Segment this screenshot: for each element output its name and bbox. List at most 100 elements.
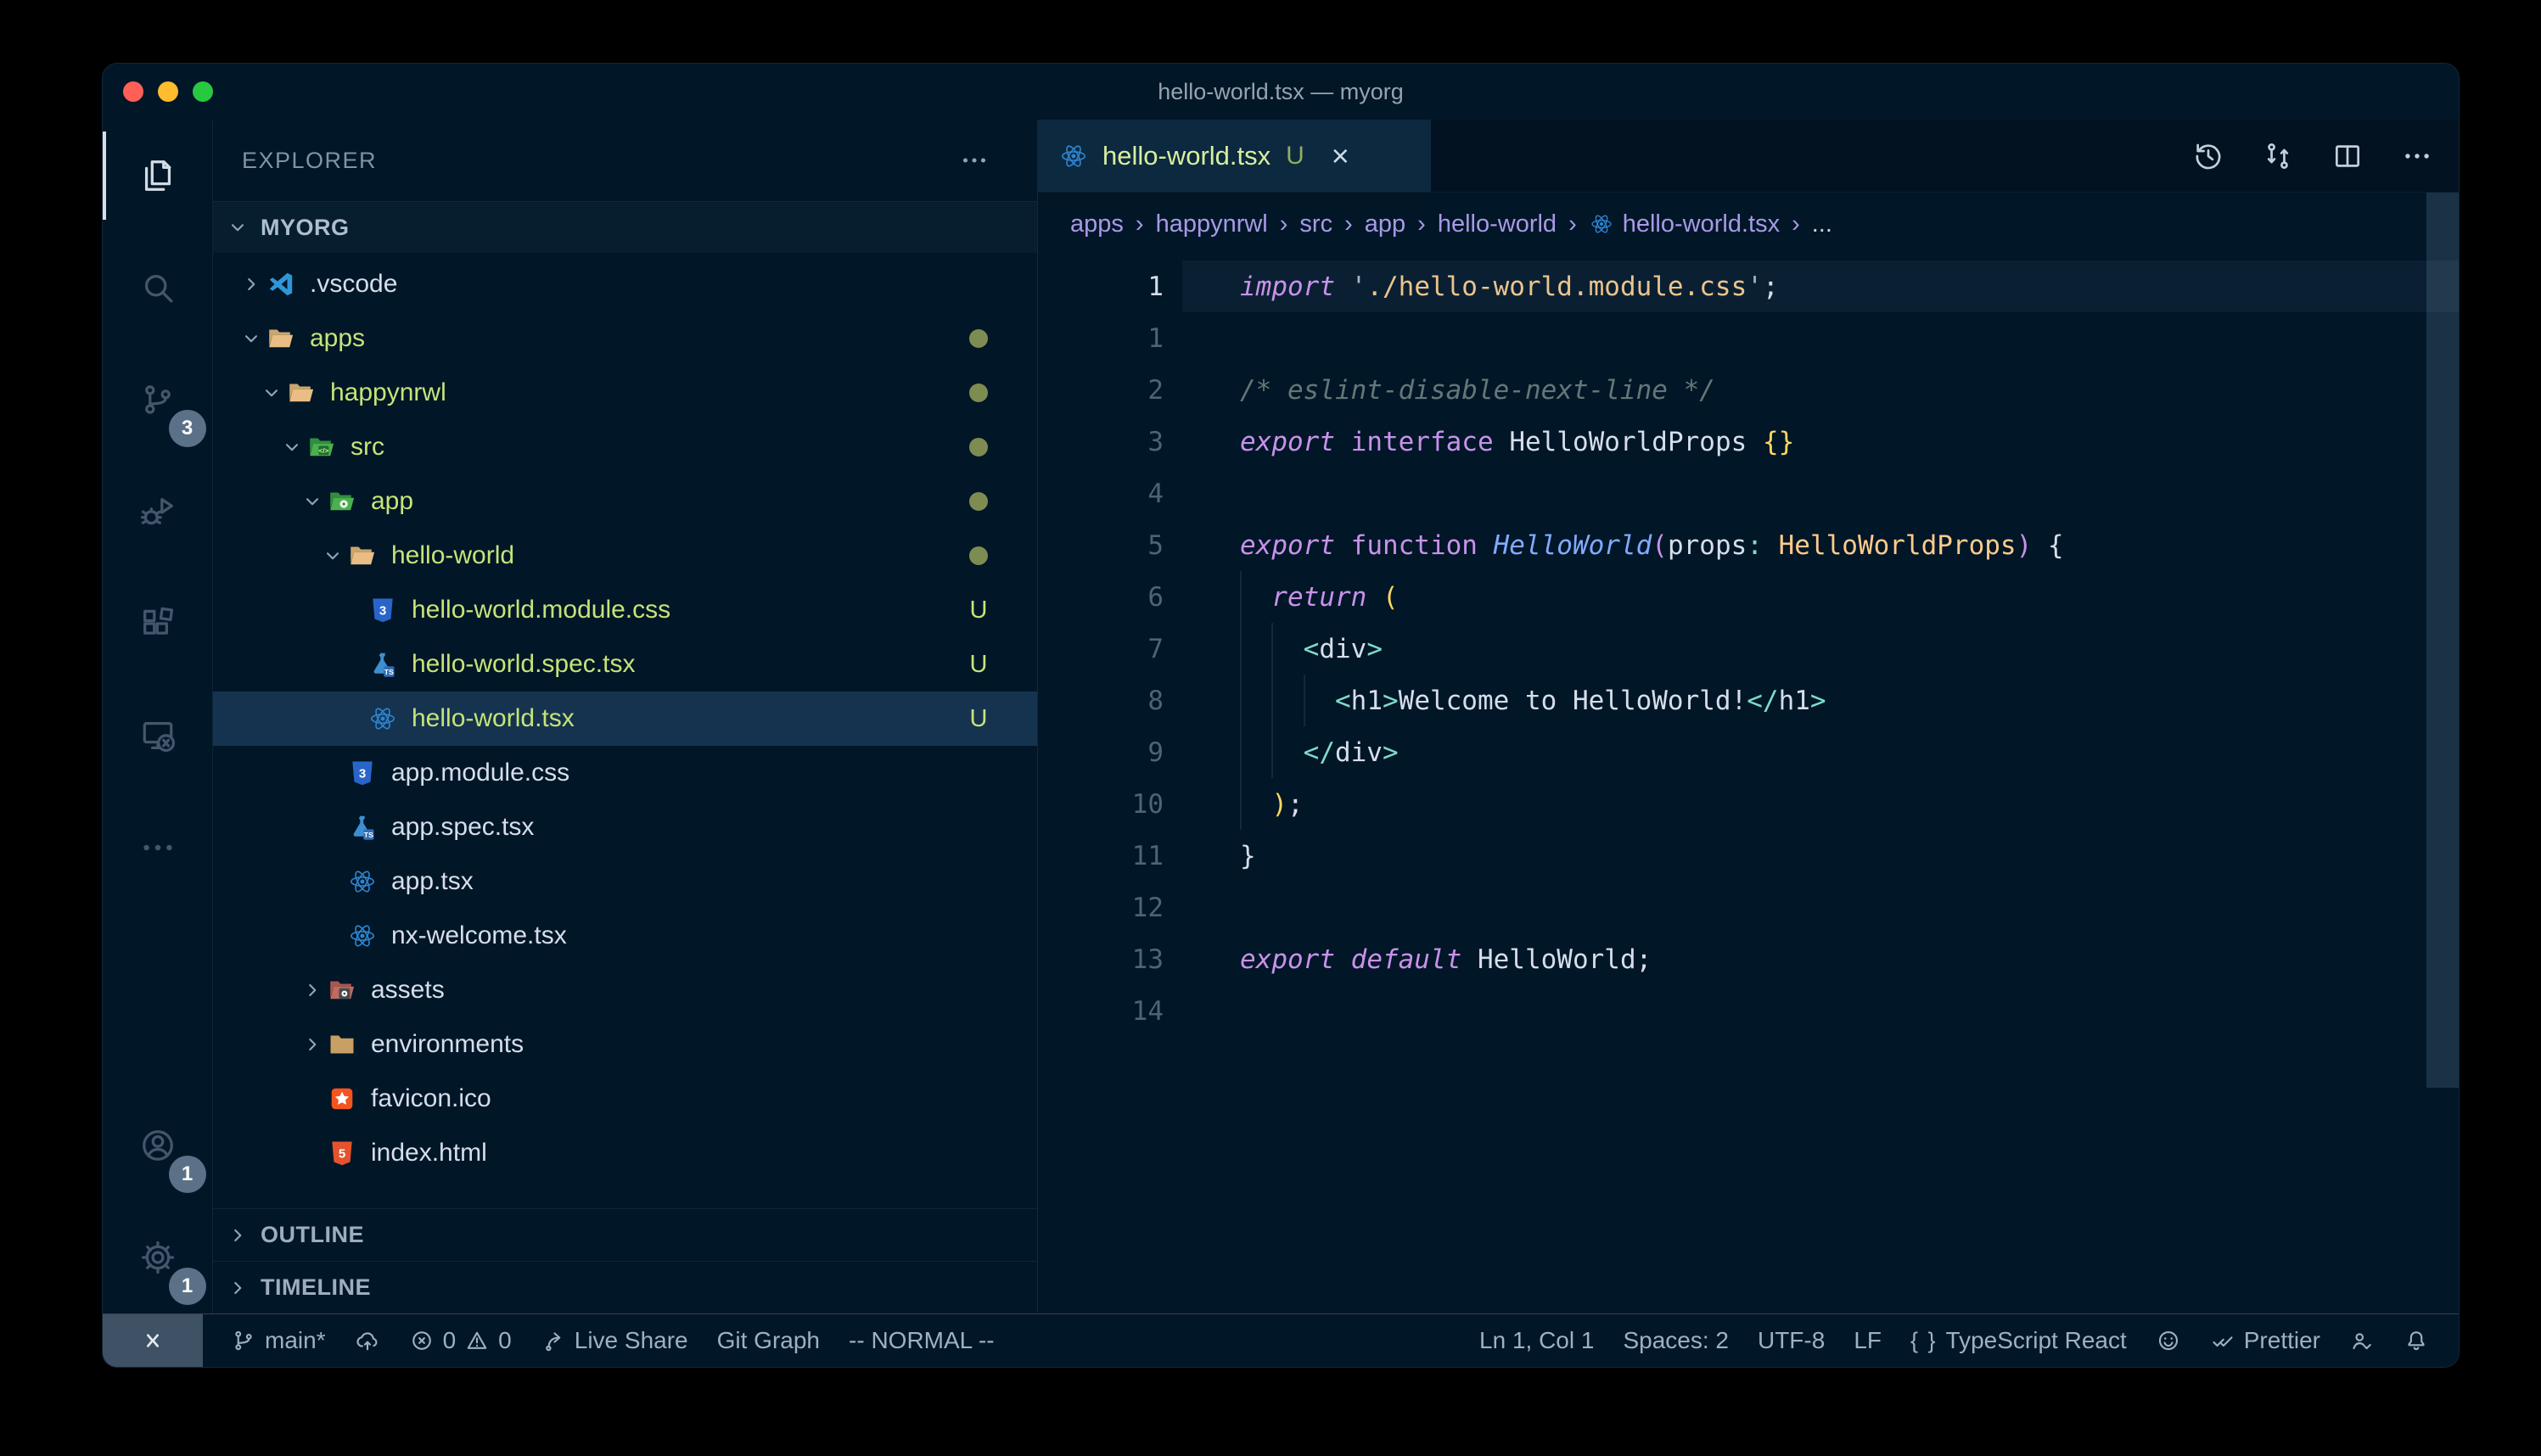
breadcrumb-src[interactable]: src <box>1299 210 1332 238</box>
breadcrumb-happynrwl[interactable]: happynrwl <box>1156 210 1268 238</box>
status-eol[interactable]: LF <box>1839 1314 1896 1367</box>
line-number: 1 <box>1038 272 1164 302</box>
editor-action-timeline-history[interactable] <box>2192 140 2224 172</box>
code-line-content: export function HelloWorld(props: HelloW… <box>1240 530 2064 561</box>
tree-item-index.html[interactable]: 5index.html <box>213 1126 1037 1180</box>
line-number: 2 <box>1038 375 1164 406</box>
status-vim-mode[interactable]: -- NORMAL -- <box>834 1314 1009 1367</box>
activity-search[interactable] <box>103 232 213 344</box>
editor-action-open-changes[interactable] <box>2262 140 2294 172</box>
live-share-icon <box>541 1328 566 1353</box>
line-number: 1 <box>1038 323 1164 354</box>
files-icon <box>138 156 177 195</box>
tree-item-hello-world.spec.tsx[interactable]: TShello-world.spec.tsxU <box>213 637 1037 692</box>
status-prettier[interactable]: Prettier <box>2196 1314 2335 1367</box>
breadcrumb: apps›happynrwl›src›app›hello-world›hello… <box>1038 193 2459 255</box>
tree-item-hello-world.tsx[interactable]: hello-world.tsxU <box>213 692 1037 746</box>
editor-actions <box>2192 120 2459 192</box>
untracked-letter: U <box>970 651 988 679</box>
activity-source-control[interactable]: 3 <box>103 344 213 456</box>
modified-dot-badge <box>964 384 993 402</box>
breadcrumb-hello-world[interactable]: hello-world <box>1438 210 1557 238</box>
tab-hello-world-tsx[interactable]: hello-world.tsx U × <box>1038 120 1431 192</box>
activity-accounts[interactable]: 1 <box>103 1089 213 1201</box>
status-problems[interactable]: 00 <box>395 1314 526 1367</box>
tree-item-label: happynrwl <box>330 378 446 407</box>
tree-item-app[interactable]: app <box>213 474 1037 529</box>
sidebar-header: EXPLORER <box>213 120 1037 201</box>
tree-item-assets[interactable]: assets <box>213 963 1037 1017</box>
activity-remote-explorer[interactable] <box>103 680 213 792</box>
panel-outline[interactable]: OUTLINE <box>213 1208 1037 1261</box>
breadcrumb-app[interactable]: app <box>1365 210 1405 238</box>
tree-item-apps[interactable]: apps <box>213 311 1037 366</box>
more-actions-icon[interactable] <box>959 145 990 176</box>
status-gitlens[interactable] <box>2335 1314 2389 1367</box>
line-number: 13 <box>1038 944 1164 975</box>
open-changes-icon <box>2262 140 2294 172</box>
code-line: 5export function HelloWorld(props: Hello… <box>1038 519 2459 571</box>
status-label: Git Graph <box>717 1327 820 1354</box>
line-number: 10 <box>1038 789 1164 820</box>
status-remote-indicator[interactable] <box>103 1314 203 1367</box>
folder-app-icon <box>327 486 359 517</box>
git-branch-icon <box>231 1328 256 1353</box>
breadcrumb-label: apps <box>1070 210 1124 238</box>
activity-extensions[interactable] <box>103 568 213 680</box>
tree-item-nx-welcome.tsx[interactable]: nx-welcome.tsx <box>213 909 1037 963</box>
editor-action-more-actions[interactable] <box>2401 140 2433 172</box>
breadcrumb-hello-world.tsx[interactable]: hello-world.tsx <box>1589 210 1780 238</box>
traffic-light-zoom[interactable] <box>193 81 213 102</box>
editor-action-split-editor[interactable] <box>2331 140 2364 172</box>
tree-item-.vscode[interactable]: .vscode <box>213 257 1037 311</box>
status-indentation[interactable]: Spaces: 2 <box>1608 1314 1743 1367</box>
chevron-down-icon <box>240 328 266 350</box>
status-notifications[interactable] <box>2389 1314 2443 1367</box>
breadcrumb-...[interactable]: ... <box>1812 210 1832 238</box>
workspace-section-myorg[interactable]: MYORG <box>213 201 1037 254</box>
tree-item-favicon.ico[interactable]: favicon.ico <box>213 1072 1037 1126</box>
status-feedback[interactable] <box>2141 1314 2196 1367</box>
panel-timeline[interactable]: TIMELINE <box>213 1261 1037 1313</box>
editor-scrollbar-thumb[interactable] <box>2426 193 2459 1088</box>
tree-item-app.tsx[interactable]: app.tsx <box>213 854 1037 909</box>
status-language-mode[interactable]: { }TypeScript React <box>1896 1314 2141 1367</box>
tree-item-environments[interactable]: environments <box>213 1017 1037 1072</box>
activity-run-debug[interactable] <box>103 456 213 568</box>
tree-item-app.module.css[interactable]: 3app.module.css <box>213 746 1037 800</box>
breadcrumb-apps[interactable]: apps <box>1070 210 1124 238</box>
activity-explorer[interactable] <box>103 120 213 232</box>
close-icon[interactable]: × <box>1332 141 1349 171</box>
tree-item-hello-world.module.css[interactable]: 3hello-world.module.cssU <box>213 583 1037 637</box>
traffic-light-minimize[interactable] <box>158 81 178 102</box>
activity-settings[interactable]: 1 <box>103 1201 213 1313</box>
tree-item-label: app <box>371 487 413 516</box>
activity-more-views[interactable] <box>103 792 213 904</box>
line-number: 14 <box>1038 996 1164 1027</box>
dot <box>969 384 988 402</box>
code-line-content: <h1>Welcome to HelloWorld!</h1> <box>1240 686 1826 716</box>
traffic-light-close[interactable] <box>123 81 143 102</box>
tree-item-src[interactable]: </>src <box>213 420 1037 474</box>
source-control-icon <box>138 380 177 419</box>
svg-text:</>: </> <box>319 447 329 455</box>
breadcrumb-label: happynrwl <box>1156 210 1268 238</box>
status-git-graph[interactable]: Git Graph <box>703 1314 834 1367</box>
tab-label: hello-world.tsx <box>1102 141 1270 171</box>
line-number: 12 <box>1038 893 1164 923</box>
more-icon <box>2401 140 2433 172</box>
status-live-share[interactable]: Live Share <box>526 1314 703 1367</box>
css3-icon: 3 <box>347 758 379 788</box>
tree-item-hello-world[interactable]: hello-world <box>213 529 1037 583</box>
code-editor[interactable]: 1import './hello-world.module.css';12/* … <box>1038 255 2459 1313</box>
tree-item-app.spec.tsx[interactable]: TSapp.spec.tsx <box>213 800 1037 854</box>
status-sync[interactable] <box>340 1314 395 1367</box>
tree-item-happynrwl[interactable]: happynrwl <box>213 366 1037 420</box>
status-git-branch[interactable]: main* <box>216 1314 340 1367</box>
tree-item-label: environments <box>371 1030 524 1059</box>
untracked-badge: U <box>964 596 993 624</box>
tree-item-label: .vscode <box>310 270 397 299</box>
status-encoding[interactable]: UTF-8 <box>1743 1314 1839 1367</box>
status-cursor-position[interactable]: Ln 1, Col 1 <box>1465 1314 1608 1367</box>
code-line: 1 <box>1038 312 2459 364</box>
